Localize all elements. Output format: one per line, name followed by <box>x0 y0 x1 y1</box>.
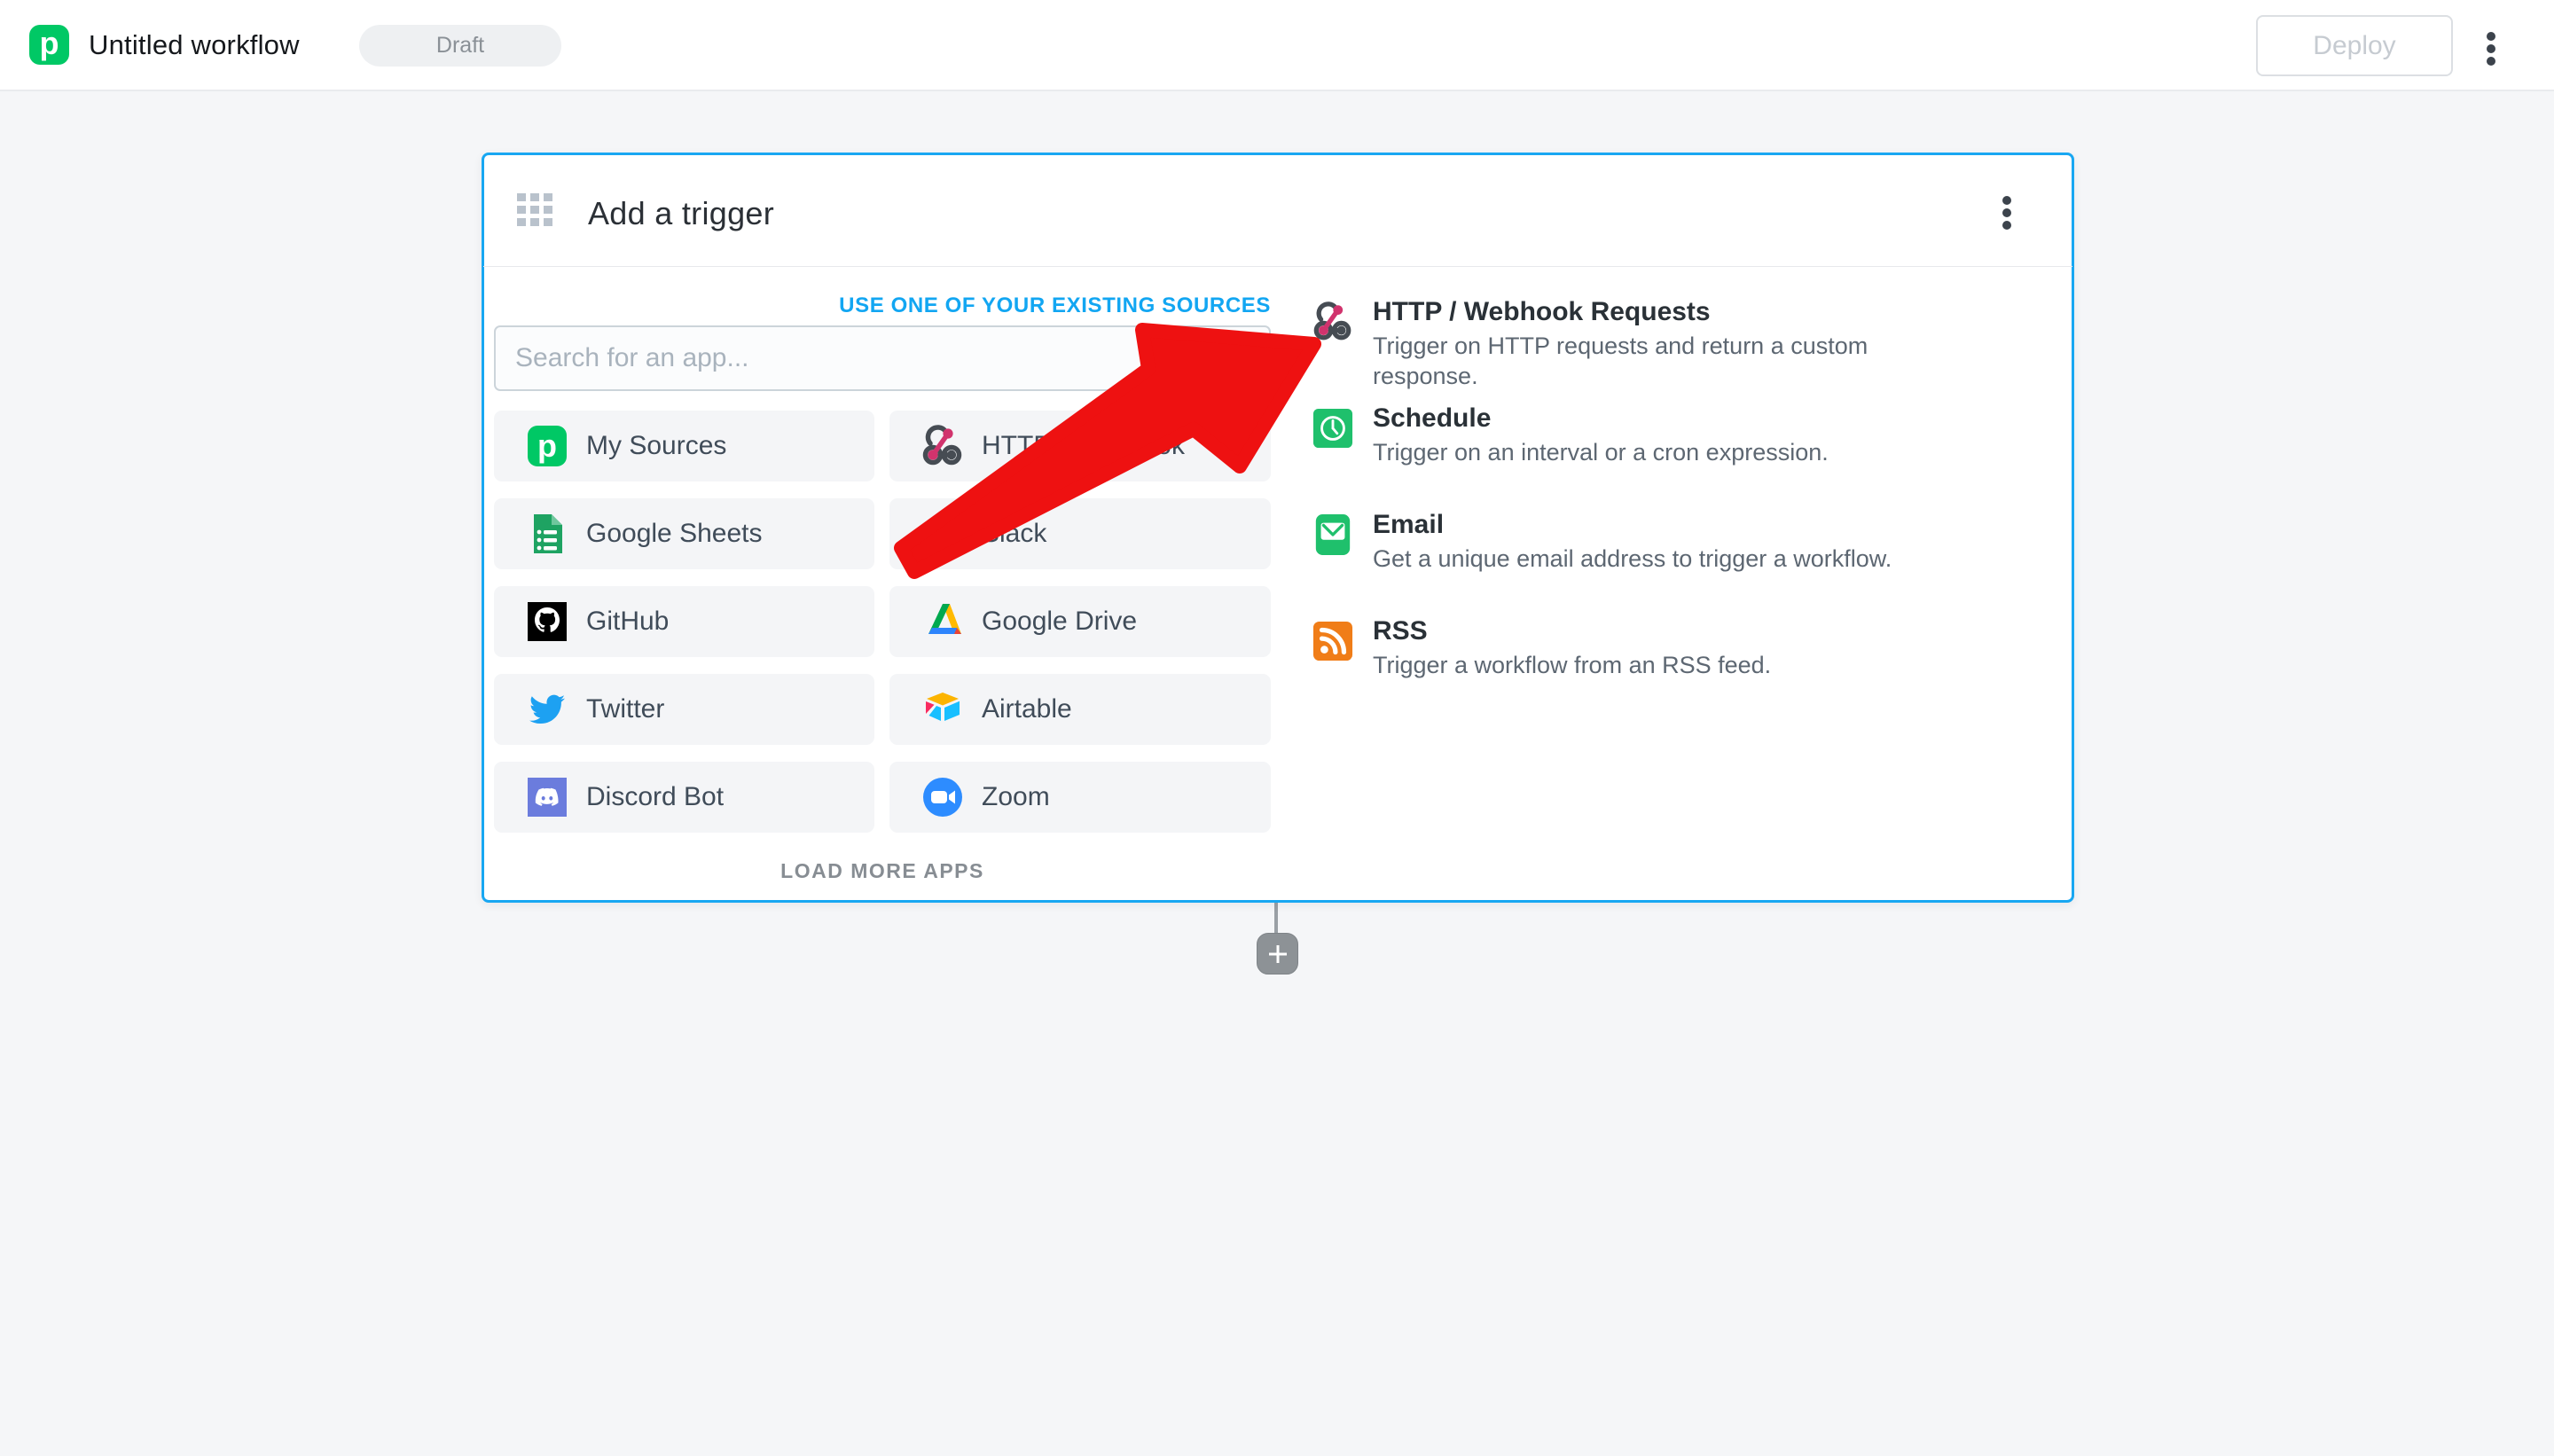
app-label: Google Drive <box>982 607 1138 636</box>
slack-icon <box>924 515 961 552</box>
app-label: Zoom <box>982 782 1050 811</box>
top-navigation-bar: p Untitled workflow Draft Deploy <box>0 0 2554 91</box>
app-button-google-drive[interactable]: Google Drive <box>889 586 1271 657</box>
app-label: Twitter <box>586 694 665 724</box>
rss-icon <box>1312 621 1353 661</box>
trigger-title: RSS <box>1373 616 1428 646</box>
app-label: Airtable <box>982 694 1072 724</box>
app-button-slack[interactable]: Slack <box>889 498 1271 569</box>
app-button-google-sheets[interactable]: Google Sheets <box>494 498 874 569</box>
app-label: GitHub <box>586 607 670 636</box>
load-more-apps-button[interactable]: LOAD MORE APPS <box>494 859 1271 883</box>
app-label: Google Sheets <box>586 519 763 548</box>
app-button-my-sources[interactable]: p My Sources <box>494 411 874 481</box>
airtable-icon <box>926 693 960 721</box>
webhook-icon <box>922 425 962 466</box>
github-icon <box>528 602 567 641</box>
trigger-description: Trigger on an interval or a cron express… <box>1373 439 1829 466</box>
app-button-zoom[interactable]: Zoom <box>889 762 1271 833</box>
app-label: Slack <box>982 519 1047 548</box>
app-label: My Sources <box>586 431 727 460</box>
app-search-input[interactable] <box>494 325 1271 391</box>
app-button-github[interactable]: GitHub <box>494 586 874 657</box>
discord-icon <box>528 778 567 817</box>
trigger-title: Schedule <box>1373 403 1492 433</box>
svg-text:p: p <box>537 427 557 464</box>
status-badge: Draft <box>359 25 561 67</box>
app-button-twitter[interactable]: Twitter <box>494 674 874 745</box>
zoom-icon <box>923 778 962 817</box>
card-overflow-menu-icon[interactable] <box>2002 194 2011 231</box>
email-icon <box>1315 514 1351 555</box>
header-overflow-menu-icon[interactable] <box>2487 30 2495 67</box>
workflow-title[interactable]: Untitled workflow <box>89 29 300 61</box>
app-button-discord-bot[interactable]: Discord Bot <box>494 762 874 833</box>
trigger-title: Email <box>1373 510 1445 539</box>
plus-icon <box>1268 944 1287 963</box>
card-header-divider <box>483 266 2072 267</box>
workflow-connector-line <box>1274 903 1278 935</box>
card-title: Add a trigger <box>588 195 775 231</box>
deploy-button[interactable]: Deploy <box>2256 15 2453 76</box>
google-sheets-icon <box>534 514 562 553</box>
app-button-airtable[interactable]: Airtable <box>889 674 1271 745</box>
clock-icon <box>1312 408 1353 449</box>
webhook-icon <box>1313 301 1351 341</box>
trigger-grid-icon <box>517 193 552 228</box>
trigger-title: HTTP / Webhook Requests <box>1373 297 1711 326</box>
trigger-description: Trigger on HTTP requests and return a cu… <box>1373 333 1868 389</box>
app-label: HTTP / Webhook <box>982 431 1185 460</box>
pipedream-logo-icon[interactable]: p <box>29 25 69 65</box>
add-step-button[interactable] <box>1257 933 1298 975</box>
app-button-http-webhook[interactable]: HTTP / Webhook <box>889 411 1271 481</box>
app-label: Discord Bot <box>586 782 725 811</box>
my-sources-icon: p <box>528 426 567 466</box>
trigger-description: Get a unique email address to trigger a … <box>1373 545 1892 572</box>
twitter-icon <box>529 694 565 724</box>
app-grid: p My Sources HTTP / Webhook Google Sheet… <box>494 411 1271 833</box>
trigger-description: Trigger a workflow from an RSS feed. <box>1373 652 1772 678</box>
google-drive-icon <box>928 604 961 634</box>
existing-sources-link[interactable]: USE ONE OF YOUR EXISTING SOURCES <box>494 294 1271 318</box>
